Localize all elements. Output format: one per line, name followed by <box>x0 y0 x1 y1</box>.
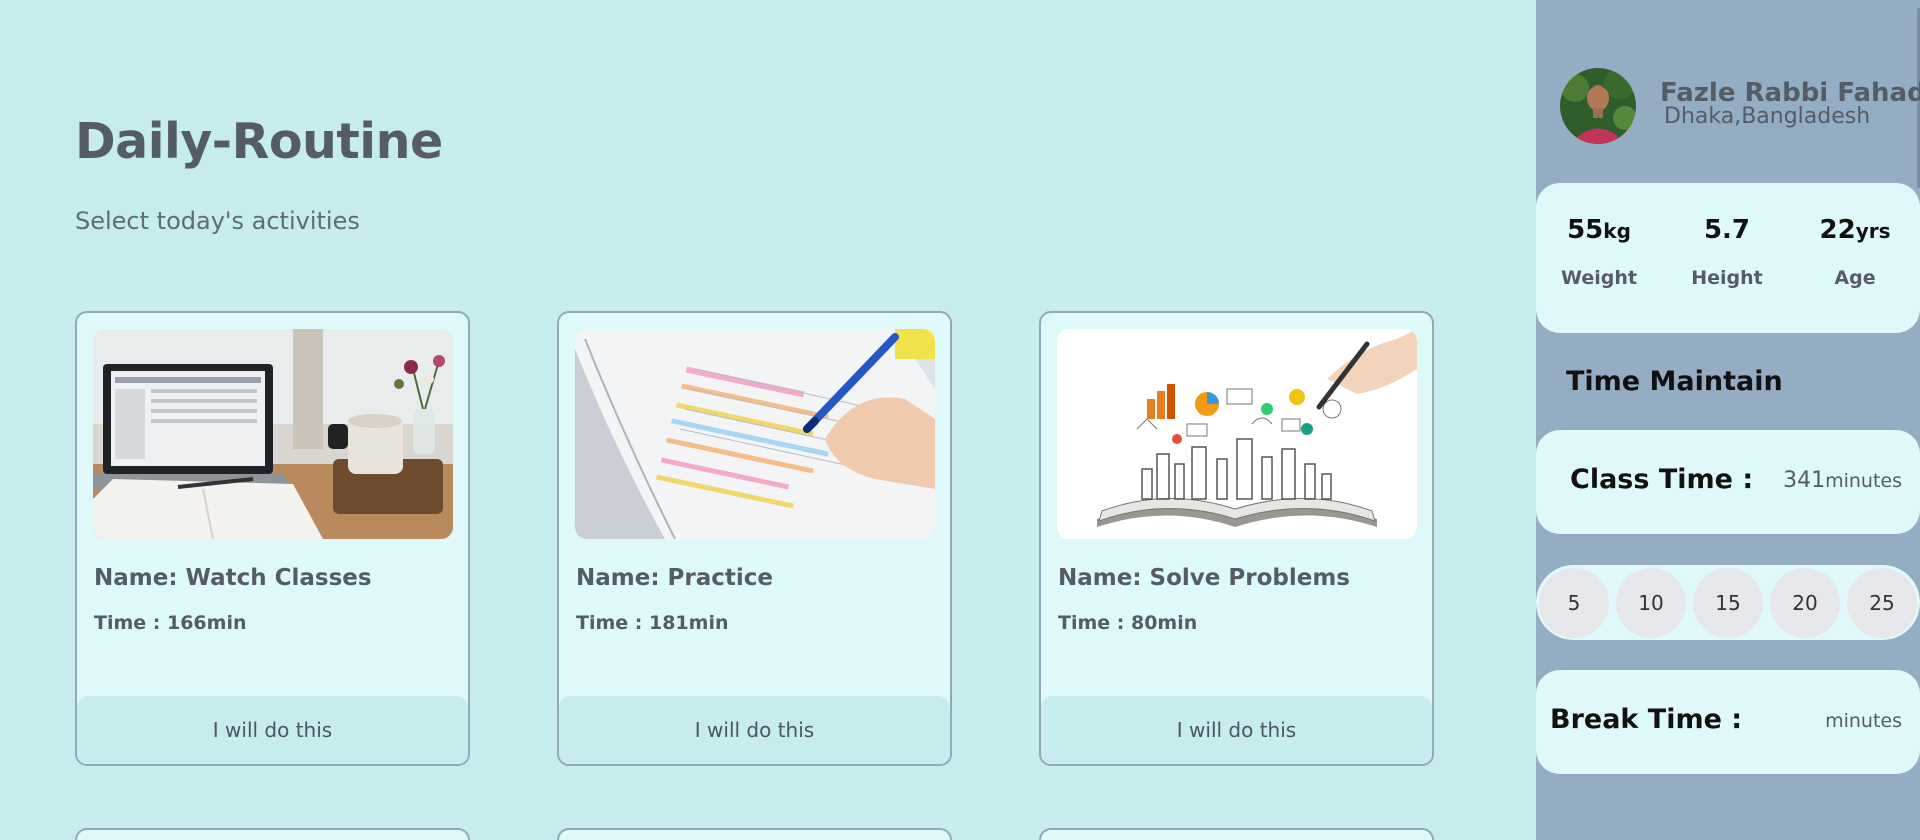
card-name: Name: Solve Problems <box>1058 565 1350 591</box>
class-time-card: Class Time : 341minutes <box>1536 430 1920 534</box>
break-options: 5 10 15 20 25 <box>1536 565 1920 640</box>
break-option-5[interactable]: 5 <box>1539 568 1609 638</box>
stat-label: Age <box>1834 267 1876 289</box>
card-time: Time : 181min <box>576 612 729 634</box>
stat-age: 22yrs Age <box>1795 215 1915 289</box>
class-time-value: 341minutes <box>1783 468 1902 493</box>
class-time-label: Class Time : <box>1570 464 1754 495</box>
card-time: Time : 80min <box>1058 612 1198 634</box>
stat-unit: yrs <box>1855 219 1891 243</box>
break-time-card: Break Time : minutes <box>1536 670 1920 774</box>
select-activity-button[interactable]: I will do this <box>559 696 950 764</box>
page-title: Daily-Routine <box>75 113 443 170</box>
activity-card-watch-classes: Name: Watch Classes Time : 166min I will… <box>75 311 470 766</box>
break-option-25[interactable]: 25 <box>1847 568 1917 638</box>
writing-notes-photo <box>575 329 935 539</box>
avatar <box>1560 68 1636 144</box>
activity-card-peek <box>557 828 952 840</box>
page-subtitle: Select today's activities <box>75 207 360 235</box>
break-time-label: Break Time : <box>1550 704 1743 735</box>
break-option-10[interactable]: 10 <box>1616 568 1686 638</box>
activity-card-peek <box>1039 828 1434 840</box>
class-time-number: 341 <box>1783 468 1826 493</box>
activity-card-peek <box>75 828 470 840</box>
stat-height: 5.7 Height <box>1667 215 1787 289</box>
profile-location: Dhaka,Bangladesh <box>1664 104 1871 129</box>
stat-unit: kg <box>1603 219 1631 243</box>
time-maintain-title: Time Maintain <box>1566 366 1783 397</box>
break-option-20[interactable]: 20 <box>1770 568 1840 638</box>
activity-card-solve-problems: Name: Solve Problems Time : 80min I will… <box>1039 311 1434 766</box>
stat-label: Height <box>1691 267 1763 289</box>
stat-value: 5.7 <box>1703 215 1751 245</box>
open-book-sketch-photo <box>1057 329 1417 539</box>
stats-card: 55kg Weight 5.7 Height 22yrs Age <box>1536 183 1920 333</box>
card-name: Name: Watch Classes <box>94 565 372 591</box>
laptop-desk-photo <box>93 329 453 539</box>
stat-value: 55 <box>1567 215 1604 245</box>
break-option-15[interactable]: 15 <box>1693 568 1763 638</box>
break-time-value: minutes <box>1825 708 1902 733</box>
select-activity-button[interactable]: I will do this <box>77 696 468 764</box>
stat-label: Weight <box>1561 267 1637 289</box>
class-time-unit: minutes <box>1825 470 1902 492</box>
sidebar: Fazle Rabbi Fahad Dhaka,Bangladesh 55kg … <box>1536 0 1920 840</box>
stat-value: 22 <box>1819 215 1856 245</box>
break-time-unit: minutes <box>1825 710 1902 732</box>
stat-weight: 55kg Weight <box>1539 215 1659 289</box>
activity-card-practice: Name: Practice Time : 181min I will do t… <box>557 311 952 766</box>
card-name: Name: Practice <box>576 565 774 591</box>
select-activity-button[interactable]: I will do this <box>1041 696 1432 764</box>
card-time: Time : 166min <box>94 612 247 634</box>
main-content: Daily-Routine Select today's activities <box>0 0 1536 840</box>
